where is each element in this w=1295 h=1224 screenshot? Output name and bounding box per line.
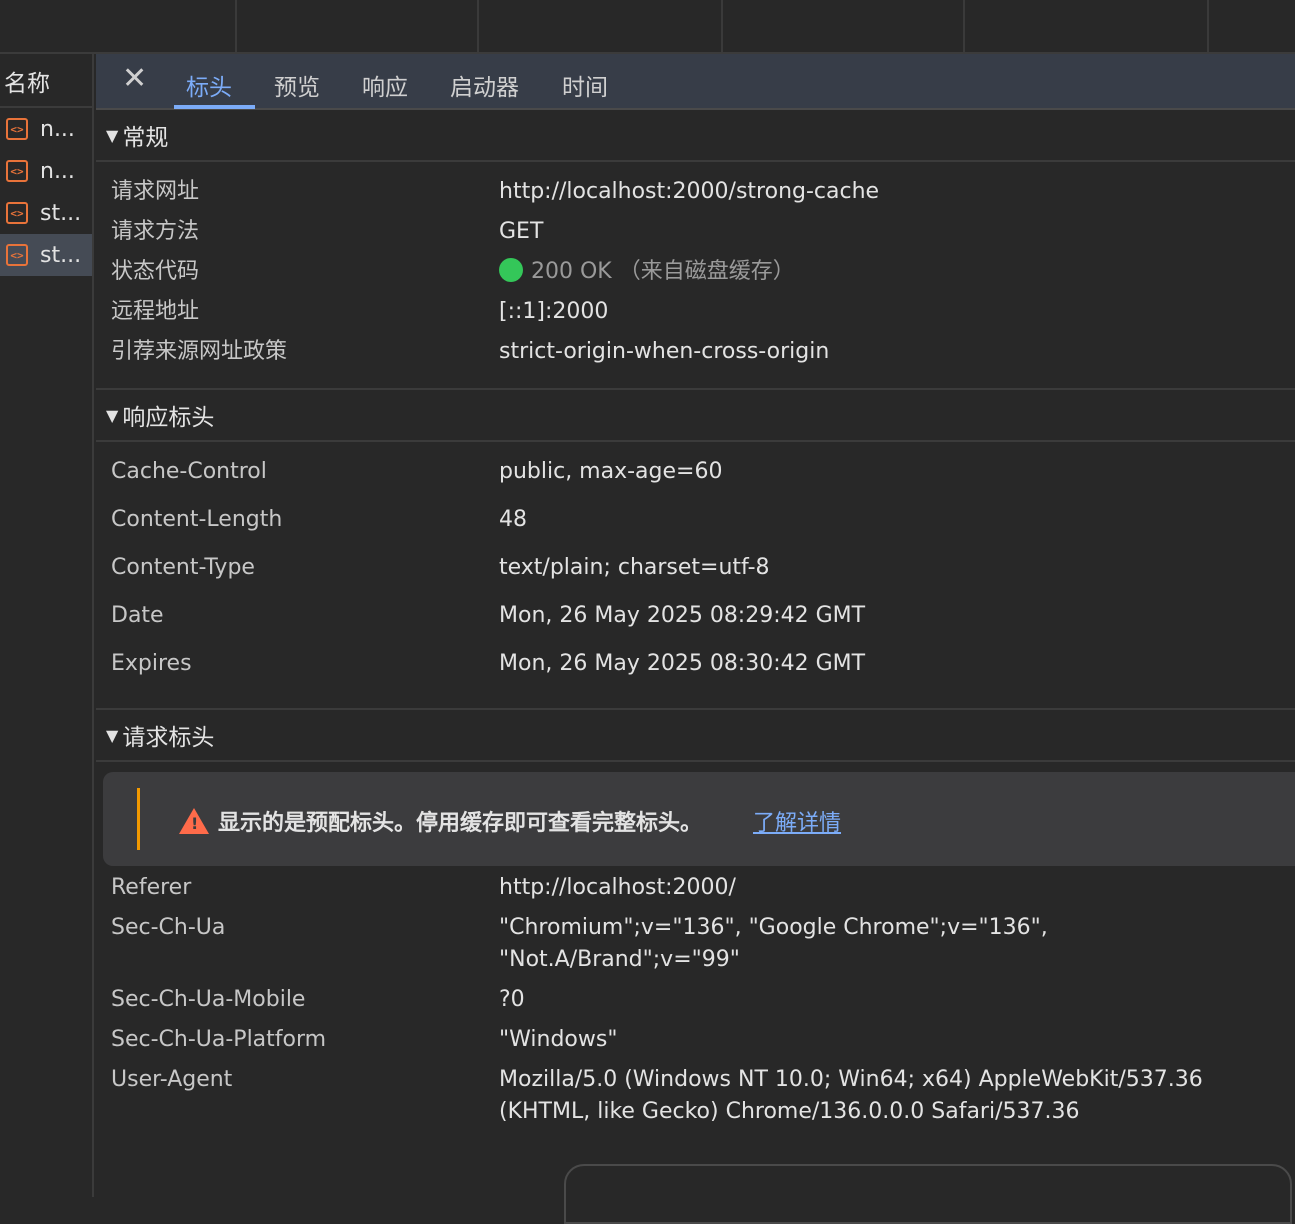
header-value[interactable]: [::1]:2000	[499, 296, 1295, 336]
section-title: 请求标头	[122, 725, 215, 751]
tab-initiator[interactable]: 启动器	[450, 68, 519, 102]
header-key: 请求网址	[111, 179, 200, 204]
request-name: n...	[40, 116, 75, 142]
header-key: 引荐来源网址政策	[111, 339, 288, 364]
header-value[interactable]: "Chromium";v="136", "Google Chrome";v="1…	[499, 912, 1295, 984]
triangle-down-icon: ▼	[106, 125, 119, 145]
section-response-headers[interactable]: ▼ 响应标头	[96, 390, 1295, 442]
general-row: 请求网址 http://localhost:2000/strong-cache	[96, 176, 1295, 216]
status-value[interactable]: 200 OK （来自磁盘缓存）	[499, 256, 1295, 296]
header-value[interactable]: http://localhost:2000/	[499, 872, 1295, 912]
header-key: Sec-Ch-Ua	[111, 915, 226, 940]
close-icon[interactable]: ✕	[122, 64, 147, 94]
section-title: 常规	[122, 125, 169, 151]
triangle-down-icon: ▼	[106, 405, 119, 425]
response-header-row: Date Mon, 26 May 2025 08:29:42 GMT	[96, 600, 1295, 648]
header-value-line: "Not.A/Brand";v="99"	[499, 947, 740, 972]
drawer-panel	[564, 1164, 1292, 1224]
general-row: 引荐来源网址政策 strict-origin-when-cross-origin	[96, 336, 1295, 376]
header-key: Cache-Control	[111, 459, 267, 484]
header-key: Expires	[111, 651, 192, 676]
request-name: st...	[40, 200, 82, 226]
general-row: 状态代码 200 OK （来自磁盘缓存）	[96, 256, 1295, 296]
header-value[interactable]: ?0	[499, 984, 1295, 1024]
response-header-row: Expires Mon, 26 May 2025 08:30:42 GMT	[96, 648, 1295, 696]
header-value[interactable]: strict-origin-when-cross-origin	[499, 336, 1295, 376]
header-value-line: Mozilla/5.0 (Windows NT 10.0; Win64; x64…	[499, 1067, 1203, 1092]
document-icon: <>	[6, 202, 28, 224]
column-divider	[1207, 0, 1209, 52]
header-value[interactable]: "Windows"	[499, 1024, 1295, 1064]
header-key: Referer	[111, 875, 192, 900]
response-header-row: Content-Length 48	[96, 504, 1295, 552]
column-divider	[963, 0, 965, 52]
header-key: 远程地址	[111, 299, 200, 324]
active-tab-indicator	[174, 105, 255, 109]
status-ok-icon	[499, 258, 523, 282]
header-key: Content-Type	[111, 555, 255, 580]
triangle-down-icon: ▼	[106, 725, 119, 745]
column-divider	[721, 0, 723, 52]
request-header-row: User-Agent Mozilla/5.0 (Windows NT 10.0;…	[96, 1064, 1295, 1136]
tab-response[interactable]: 响应	[362, 68, 408, 102]
header-key: Sec-Ch-Ua-Mobile	[111, 987, 306, 1012]
provisional-headers-warning: ! 显示的是预配标头。停用缓存即可查看完整标头。 了解详情	[103, 772, 1295, 866]
request-row[interactable]: <> n...	[0, 150, 92, 192]
learn-more-link[interactable]: 了解详情	[753, 805, 841, 837]
request-header-row: Referer http://localhost:2000/	[96, 872, 1295, 912]
section-request-headers[interactable]: ▼ 请求标头	[96, 710, 1295, 762]
header-value[interactable]: 48	[499, 504, 1295, 552]
general-row: 请求方法 GET	[96, 216, 1295, 256]
section-title: 响应标头	[122, 405, 215, 431]
request-details-panel: ✕ 标头 预览 响应 启动器 时间 ▼ 常规 请求网址 http://local…	[96, 54, 1295, 1224]
header-value[interactable]: text/plain; charset=utf-8	[499, 552, 1295, 600]
request-name: st...	[40, 242, 82, 268]
document-icon: <>	[6, 160, 28, 182]
header-key: User-Agent	[111, 1067, 233, 1092]
header-value-line: "Chromium";v="136", "Google Chrome";v="1…	[499, 915, 1048, 940]
waterfall-header	[0, 0, 1295, 54]
tab-preview[interactable]: 预览	[274, 68, 320, 102]
header-value[interactable]: Mon, 26 May 2025 08:30:42 GMT	[499, 648, 1295, 696]
request-row-selected[interactable]: <> st...	[0, 234, 92, 276]
column-divider	[477, 0, 479, 52]
header-key: 状态代码	[111, 259, 200, 284]
header-key: Date	[111, 603, 164, 628]
header-value[interactable]: GET	[499, 216, 1295, 256]
response-headers-section: Cache-Control public, max-age=60 Content…	[96, 442, 1295, 710]
document-icon: <>	[6, 118, 28, 140]
response-header-row: Cache-Control public, max-age=60	[96, 456, 1295, 504]
header-value[interactable]: http://localhost:2000/strong-cache	[499, 176, 1295, 216]
request-name: n...	[40, 158, 75, 184]
general-section: 请求网址 http://localhost:2000/strong-cache …	[96, 162, 1295, 390]
section-general-header[interactable]: ▼ 常规	[96, 110, 1295, 162]
response-header-row: Content-Type text/plain; charset=utf-8	[96, 552, 1295, 600]
request-header-row: Sec-Ch-Ua-Mobile ?0	[96, 984, 1295, 1024]
request-header-row: Sec-Ch-Ua-Platform "Windows"	[96, 1024, 1295, 1064]
warning-icon: !	[179, 808, 209, 834]
request-row[interactable]: <> n...	[0, 108, 92, 150]
request-list: 名称 <> n... <> n... <> st... <> st...	[0, 54, 94, 1197]
details-tabbar: ✕ 标头 预览 响应 启动器 时间	[96, 54, 1295, 110]
column-divider	[235, 0, 237, 52]
warning-bar	[137, 788, 140, 850]
header-key: 请求方法	[111, 219, 200, 244]
warning-message: 显示的是预配标头。停用缓存即可查看完整标头。	[218, 811, 703, 836]
header-value[interactable]: public, max-age=60	[499, 456, 1295, 504]
header-value-line: (KHTML, like Gecko) Chrome/136.0.0.0 Saf…	[499, 1099, 1080, 1124]
general-row: 远程地址 [::1]:2000	[96, 296, 1295, 336]
document-icon: <>	[6, 244, 28, 266]
header-key: Sec-Ch-Ua-Platform	[111, 1027, 327, 1052]
request-row[interactable]: <> st...	[0, 192, 92, 234]
tab-headers[interactable]: 标头	[186, 68, 232, 102]
request-header-row: Sec-Ch-Ua "Chromium";v="136", "Google Ch…	[96, 912, 1295, 984]
tab-timing[interactable]: 时间	[562, 68, 608, 102]
status-text: 200 OK （来自磁盘缓存）	[531, 259, 795, 284]
header-key: Content-Length	[111, 507, 283, 532]
request-headers-section: Referer http://localhost:2000/ Sec-Ch-Ua…	[96, 872, 1295, 1136]
header-value[interactable]: Mozilla/5.0 (Windows NT 10.0; Win64; x64…	[499, 1064, 1295, 1136]
name-column-header[interactable]: 名称	[0, 54, 92, 108]
header-value[interactable]: Mon, 26 May 2025 08:29:42 GMT	[499, 600, 1295, 648]
